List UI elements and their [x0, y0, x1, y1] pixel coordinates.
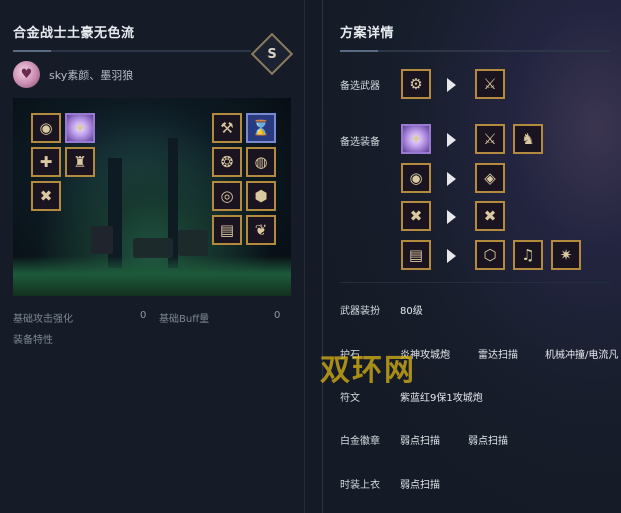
necklace-icon[interactable]: ◍ — [246, 147, 276, 177]
belt-icon[interactable]: ✖ — [401, 201, 431, 231]
glowing-aura-icon[interactable]: ✦ — [401, 124, 431, 154]
dark-belt-icon[interactable]: ✖ — [475, 201, 505, 231]
earring-icon[interactable]: ▤ — [212, 215, 242, 245]
weapon-avatar-value: 80级 — [400, 306, 423, 317]
details-title-underline — [340, 50, 610, 52]
stat-value-attack: 0 — [140, 310, 147, 321]
cube-icon[interactable]: ⬡ — [475, 240, 505, 270]
rune-label: 符文 — [340, 393, 360, 404]
alt-equipment-label: 备选装备 — [340, 137, 380, 148]
rune-value: 紫蓝红9保1攻城炮 — [400, 393, 483, 404]
details-title: 方案详情 — [340, 26, 395, 41]
author-avatar[interactable]: ♥ — [13, 61, 40, 88]
title-underline — [13, 50, 251, 52]
bell-icon[interactable]: ♫ — [513, 240, 543, 270]
helmet-icon[interactable]: ♜ — [65, 147, 95, 177]
chest-armor-icon[interactable]: ✚ — [31, 147, 61, 177]
arrow-right-icon — [447, 172, 456, 186]
weapon-avatar-label: 武器装扮 — [340, 306, 380, 317]
shoulder-armor-icon[interactable]: ◉ — [401, 163, 431, 193]
arrow-right-icon — [447, 210, 456, 224]
arrow-right-icon — [447, 133, 456, 147]
build-title: 合金战士土豪无色流 — [13, 26, 135, 41]
shoulder-armor-icon[interactable]: ◉ — [31, 113, 61, 143]
rank-badge: S — [267, 46, 277, 62]
site-watermark: 双环网 — [320, 353, 416, 388]
magic-stone-icon[interactable]: ❦ — [246, 215, 276, 245]
platinum-emblem-value-2: 弱点扫描 — [468, 436, 508, 447]
avatar-top-label: 时装上衣 — [340, 480, 380, 491]
arrow-right-icon — [447, 249, 456, 263]
bracelet-icon[interactable]: ❂ — [212, 147, 242, 177]
platinum-emblem-value-1: 弱点扫描 — [400, 436, 440, 447]
talisman-value-2: 雷达扫描 — [478, 350, 518, 361]
ring-icon[interactable]: ◎ — [212, 181, 242, 211]
equip-traits-label[interactable]: 装备特性 — [13, 331, 53, 346]
stat-value-buff: 0 — [274, 310, 281, 321]
title-icon[interactable]: ⌛ — [246, 113, 276, 143]
dark-greaves-icon[interactable]: ◈ — [475, 163, 505, 193]
stat-label-attack: 基础攻击强化 — [13, 314, 73, 325]
talisman-value-3: 机械冲撞/电流凡 — [545, 350, 619, 361]
arm-cannon-icon[interactable]: ⚙ — [401, 69, 431, 99]
alt-weapon-label: 备选武器 — [340, 81, 380, 92]
belt-icon[interactable]: ✖ — [31, 181, 61, 211]
claw-icon[interactable]: ✷ — [551, 240, 581, 270]
platinum-emblem-label: 白金徽章 — [340, 436, 380, 447]
glowing-aura-icon[interactable]: ✦ — [65, 113, 95, 143]
earring-icon[interactable]: ▤ — [401, 240, 431, 270]
weapon-icon[interactable]: ⚒ — [212, 113, 242, 143]
dark-armor-icon[interactable]: ⚔ — [475, 124, 505, 154]
build-summary-panel: 合金战士土豪无色流 ♥ sky素颜、墨羽狼 基础攻击强化 0 基础Buff量 0… — [0, 0, 305, 513]
stat-label-buff: 基础Buff量 — [159, 314, 210, 325]
sub-equipment-icon[interactable]: ⬢ — [246, 181, 276, 211]
dark-armor-icon[interactable]: ♞ — [513, 124, 543, 154]
author-names[interactable]: sky素颜、墨羽狼 — [49, 67, 133, 83]
arrow-right-icon — [447, 78, 456, 92]
gun-weapon-icon[interactable]: ⚔ — [475, 69, 505, 99]
avatar-top-value: 弱点扫描 — [400, 480, 440, 491]
